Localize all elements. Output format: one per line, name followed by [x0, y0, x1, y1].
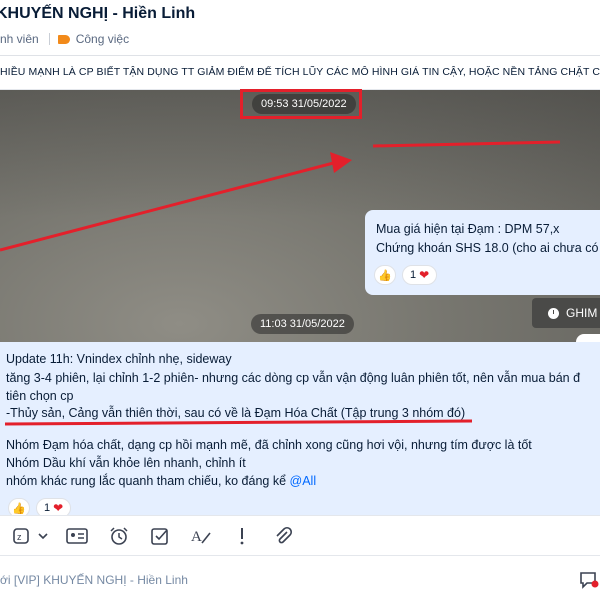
message-composer[interactable]: ới [VIP] KHUYẾN NGHỊ - Hiền Linh [0, 555, 600, 600]
reaction-row: 👍 1 ❤ [8, 498, 72, 515]
svg-text:z: z [17, 532, 22, 542]
like-icon[interactable]: 👍 [8, 498, 30, 515]
message-list[interactable]: 09:53 31/05/2022 Mua giá hiện tại Đạm : … [0, 90, 600, 515]
message-line-with-mention: nhóm khác rung lắc quanh tham chiếu, ko … [6, 474, 316, 488]
message-bubble-outgoing[interactable]: Mua giá hiện tại Đạm : DPM 57,x Chứng kh… [365, 210, 600, 295]
message-line: -Thủy sản, Cảng vẫn thiên thời, sau có v… [6, 406, 466, 420]
reaction-row: 👍 1 ❤ [374, 265, 438, 285]
important-icon[interactable] [231, 526, 253, 546]
like-icon[interactable]: 👍 [374, 265, 396, 285]
alarm-icon[interactable] [108, 526, 130, 546]
members-label[interactable]: nh viên [0, 32, 39, 46]
message-line: tăng 3-4 phiên, lại chỉnh 1-2 phiên- như… [6, 371, 581, 385]
divider [48, 33, 50, 45]
svg-text:A: A [191, 529, 202, 545]
message-line: Chứng khoán SHS 18.0 (cho ai chưa có h [376, 241, 600, 255]
pinned-message-text: HIỀU MẠNH LÀ CP BIẾT TẬN DỤNG TT GIẢM ĐI… [0, 66, 600, 78]
message-bubble-incoming[interactable]: Update 11h: Vnindex chỉnh nhẹ, sideway t… [0, 342, 600, 515]
contact-card-icon[interactable] [66, 526, 88, 546]
message-line: Nhóm Dầu khí vẫn khỏe lên nhanh, chỉnh í… [6, 456, 246, 470]
message-line: Update 11h: Vnindex chỉnh nhẹ, sideway [6, 352, 232, 366]
chat-header: KHUYẾN NGHỊ - Hiền Linh nh viên Công việ… [0, 0, 600, 56]
reaction-count: 1 [410, 269, 417, 281]
tag-label[interactable]: Công việc [76, 32, 129, 46]
header-subrow: nh viên Công việc [0, 30, 129, 48]
mention-all[interactable]: @All [290, 474, 317, 488]
conversation-title[interactable]: KHUYẾN NGHỊ - Hiền Linh [0, 5, 195, 23]
clock-icon [548, 307, 559, 319]
tag-icon [57, 34, 70, 44]
pin-label: GHIM [566, 306, 598, 320]
timestamp-divider: 11:03 31/05/2022 [251, 314, 354, 334]
composer-placeholder: ới [VIP] KHUYẾN NGHỊ - Hiền Linh [0, 573, 188, 587]
message-line: Mua giá hiện tại Đạm : DPM 57,x [376, 222, 560, 236]
composer-toolbar: z A [0, 515, 600, 555]
reaction-count-badge[interactable]: 1 ❤ [402, 265, 438, 285]
text-format-icon[interactable]: A [190, 526, 212, 546]
sticker-icon[interactable]: z [12, 526, 52, 546]
pinned-message-banner[interactable]: HIỀU MẠNH LÀ CP BIẾT TẬN DỤNG TT GIẢM ĐI… [0, 56, 600, 90]
message-text: nhóm khác rung lắc quanh tham chiếu, ko … [6, 474, 287, 488]
task-check-icon[interactable] [149, 526, 171, 546]
attach-icon[interactable] [272, 526, 294, 546]
message-line: Nhóm Đạm hóa chất, dạng cp hồi mạnh mẽ, … [6, 438, 532, 452]
reaction-count-badge[interactable]: 1 ❤ [36, 498, 72, 515]
heart-icon: ❤ [419, 268, 430, 282]
message-line: tiên chọn cp [6, 389, 74, 403]
heart-icon: ❤ [53, 501, 64, 515]
quick-reply-icon[interactable] [579, 571, 599, 589]
annotation-highlight-box [240, 89, 362, 119]
reaction-count: 1 [44, 502, 51, 514]
pin-button[interactable]: GHIM [532, 298, 600, 328]
